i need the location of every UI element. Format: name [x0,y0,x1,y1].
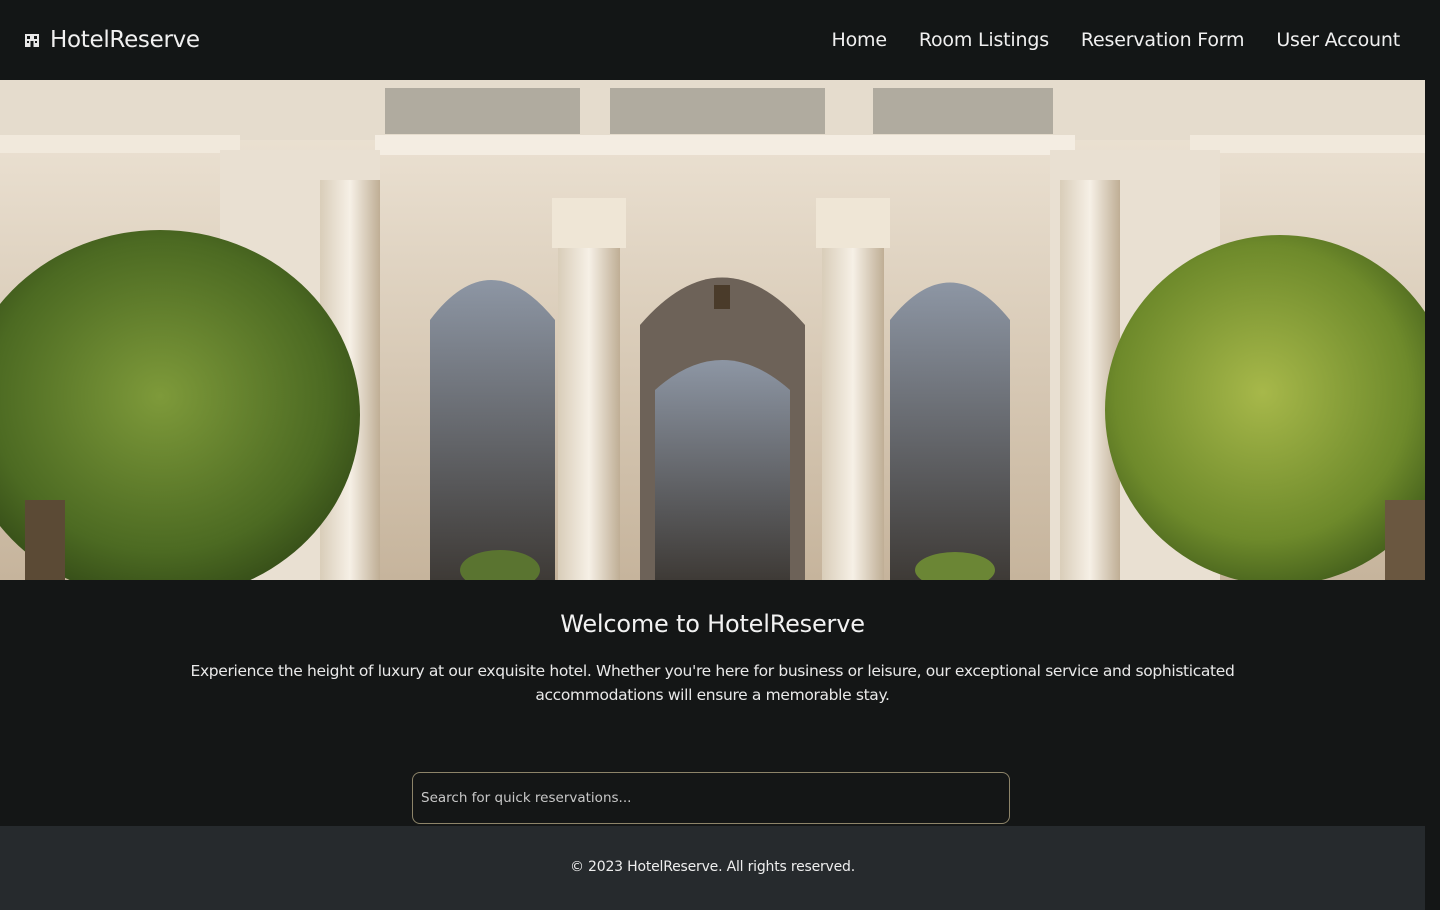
nav-room-listings[interactable]: Room Listings [919,29,1049,51]
brand-logo[interactable]: HotelReserve [24,24,200,56]
welcome-title: Welcome to HotelReserve [560,610,865,638]
nav-home[interactable]: Home [832,29,888,51]
nav-user-account[interactable]: User Account [1276,29,1400,51]
copyright-text: © 2023 HotelReserve. All rights reserved… [570,859,855,875]
footer: © 2023 HotelReserve. All rights reserved… [0,826,1425,910]
hotel-icon [25,34,39,47]
welcome-text: Experience the height of luxury at our e… [190,662,1235,704]
top-navbar: HotelReserve Home Room Listings Reservat… [0,0,1440,80]
nav-reservation-form[interactable]: Reservation Form [1081,29,1245,51]
search-input[interactable] [413,773,1009,823]
hero-image [0,80,1425,580]
search-box [412,772,1010,824]
brand-name: HotelReserve [50,27,200,53]
page-scrollbar[interactable] [1425,80,1440,910]
hotel-entrance-illustration [0,80,1425,580]
welcome-section: Welcome to HotelReserve Experience the h… [0,580,1425,826]
main-nav: Home Room Listings Reservation Form User… [832,24,1401,56]
